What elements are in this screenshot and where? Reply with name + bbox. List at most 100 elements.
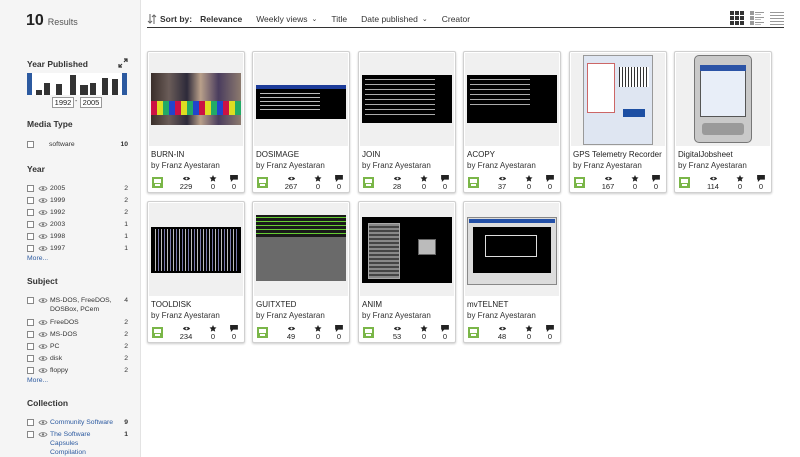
facet-label: 2005: [50, 185, 66, 192]
tile-thumbnail[interactable]: [149, 53, 243, 146]
tile-creator[interactable]: by Franz Ayestaran: [151, 161, 245, 170]
eye-icon[interactable]: [38, 245, 48, 252]
tile-title[interactable]: GPS Telemetry Recorder: [573, 150, 667, 159]
tile-creator[interactable]: by Franz Ayestaran: [467, 161, 561, 170]
tile-thumbnail[interactable]: [149, 203, 243, 296]
sort-relevance[interactable]: Relevance: [200, 14, 242, 24]
tile-title[interactable]: TOOLDISK: [151, 300, 245, 309]
facet-media-software[interactable]: software 10: [27, 140, 128, 149]
checkbox[interactable]: [27, 355, 34, 362]
result-tile[interactable]: BURN-IN by Franz Ayestaran 229 0 0: [147, 51, 245, 193]
checkbox[interactable]: [27, 141, 34, 148]
year-facet-item[interactable]: 1997 1: [27, 244, 128, 253]
list-detail-view-icon[interactable]: [750, 11, 764, 25]
subject-facet-item[interactable]: disk 2: [27, 354, 128, 363]
year-more-link[interactable]: More...: [27, 255, 48, 262]
year-to-input[interactable]: 2005: [80, 97, 102, 108]
collection-facet-item[interactable]: The Software Capsules Compilation 1: [27, 430, 128, 457]
tile-thumbnail[interactable]: [360, 53, 454, 146]
tile-thumbnail[interactable]: [465, 203, 559, 296]
eye-icon[interactable]: [38, 209, 48, 216]
subject-facet-item[interactable]: FreeDOS 2: [27, 318, 128, 327]
tile-thumbnail[interactable]: [571, 53, 665, 146]
result-tile[interactable]: GUITXTED by Franz Ayestaran 49 0 0: [252, 201, 350, 343]
result-tile[interactable]: DigitalJobsheet by Franz Ayestaran 114 0 0: [674, 51, 772, 193]
eye-icon[interactable]: [38, 343, 48, 350]
checkbox[interactable]: [27, 431, 34, 438]
eye-icon[interactable]: [38, 297, 48, 304]
tile-creator[interactable]: by Franz Ayestaran: [151, 311, 245, 320]
checkbox[interactable]: [27, 245, 34, 252]
subject-facet-item[interactable]: MS-DOS 2: [27, 330, 128, 339]
tile-title[interactable]: JOIN: [362, 150, 456, 159]
checkbox[interactable]: [27, 221, 34, 228]
tile-thumbnail[interactable]: [360, 203, 454, 296]
tile-thumbnail[interactable]: [465, 53, 559, 146]
subject-facet-item[interactable]: PC 2: [27, 342, 128, 351]
checkbox[interactable]: [27, 233, 34, 240]
tile-title[interactable]: ACOPY: [467, 150, 561, 159]
checkbox[interactable]: [27, 197, 34, 204]
eye-icon[interactable]: [38, 185, 48, 192]
year-facet-item[interactable]: 1998 1: [27, 232, 128, 241]
tile-creator[interactable]: by Franz Ayestaran: [256, 161, 350, 170]
tile-thumbnail[interactable]: [676, 53, 770, 146]
results-label: Results: [47, 17, 78, 27]
eye-icon[interactable]: [38, 331, 48, 338]
tile-creator[interactable]: by Franz Ayestaran: [467, 311, 561, 320]
subject-more-link[interactable]: More...: [27, 377, 48, 384]
year-from-input[interactable]: 1992: [52, 97, 74, 108]
tile-creator[interactable]: by Franz Ayestaran: [362, 311, 456, 320]
eye-icon[interactable]: [38, 197, 48, 204]
eye-icon[interactable]: [38, 221, 48, 228]
tile-title[interactable]: DOSIMAGE: [256, 150, 350, 159]
checkbox[interactable]: [27, 331, 34, 338]
sort-title[interactable]: Title: [331, 14, 347, 24]
eye-icon[interactable]: [38, 355, 48, 362]
subject-facet-item[interactable]: MS-DOS, FreeDOS, DOSBox, PCem 4: [27, 296, 128, 314]
tile-title[interactable]: DigitalJobsheet: [678, 150, 772, 159]
eye-icon[interactable]: [38, 319, 48, 326]
year-facet-item[interactable]: 2003 1: [27, 220, 128, 229]
checkbox[interactable]: [27, 343, 34, 350]
year-facet-item[interactable]: 1992 2: [27, 208, 128, 217]
checkbox[interactable]: [27, 209, 34, 216]
sort-creator[interactable]: Creator: [442, 14, 470, 24]
result-tile[interactable]: DOSIMAGE by Franz Ayestaran 267 0 0: [252, 51, 350, 193]
tile-title[interactable]: mvTELNET: [467, 300, 561, 309]
sort-date-published[interactable]: Date published ⌄: [361, 14, 428, 24]
subject-facet-item[interactable]: floppy 2: [27, 366, 128, 375]
year-facet-item[interactable]: 2005 2: [27, 184, 128, 193]
eye-icon[interactable]: [38, 419, 48, 426]
eye-icon[interactable]: [38, 233, 48, 240]
eye-icon[interactable]: [38, 367, 48, 374]
checkbox[interactable]: [27, 185, 34, 192]
tile-thumbnail[interactable]: [254, 53, 348, 146]
checkbox[interactable]: [27, 367, 34, 374]
checkbox[interactable]: [27, 297, 34, 304]
collection-facet-item[interactable]: Community Software 9: [27, 418, 128, 427]
result-tile[interactable]: ACOPY by Franz Ayestaran 37 0 0: [463, 51, 561, 193]
tile-thumbnail[interactable]: [254, 203, 348, 296]
eye-icon[interactable]: [38, 431, 48, 438]
tile-creator[interactable]: by Franz Ayestaran: [678, 161, 772, 170]
tile-creator[interactable]: by Franz Ayestaran: [256, 311, 350, 320]
year-histogram[interactable]: [27, 73, 127, 95]
tile-creator[interactable]: by Franz Ayestaran: [573, 161, 667, 170]
result-tile[interactable]: mvTELNET by Franz Ayestaran 48 0 0: [463, 201, 561, 343]
result-tile[interactable]: JOIN by Franz Ayestaran 28 0 0: [358, 51, 456, 193]
tile-title[interactable]: ANIM: [362, 300, 456, 309]
checkbox[interactable]: [27, 419, 34, 426]
result-tile[interactable]: GPS Telemetry Recorder by Franz Ayestaran…: [569, 51, 667, 193]
tile-title[interactable]: GUITXTED: [256, 300, 350, 309]
tile-view-icon[interactable]: [730, 11, 744, 25]
tile-creator[interactable]: by Franz Ayestaran: [362, 161, 456, 170]
result-tile[interactable]: TOOLDISK by Franz Ayestaran 234 0 0: [147, 201, 245, 343]
sort-weekly-views[interactable]: Weekly views ⌄: [256, 14, 317, 24]
checkbox[interactable]: [27, 319, 34, 326]
expand-icon[interactable]: [118, 58, 128, 68]
tile-title[interactable]: BURN-IN: [151, 150, 245, 159]
list-compact-view-icon[interactable]: [770, 11, 784, 25]
year-facet-item[interactable]: 1999 2: [27, 196, 128, 205]
result-tile[interactable]: ANIM by Franz Ayestaran 53 0 0: [358, 201, 456, 343]
